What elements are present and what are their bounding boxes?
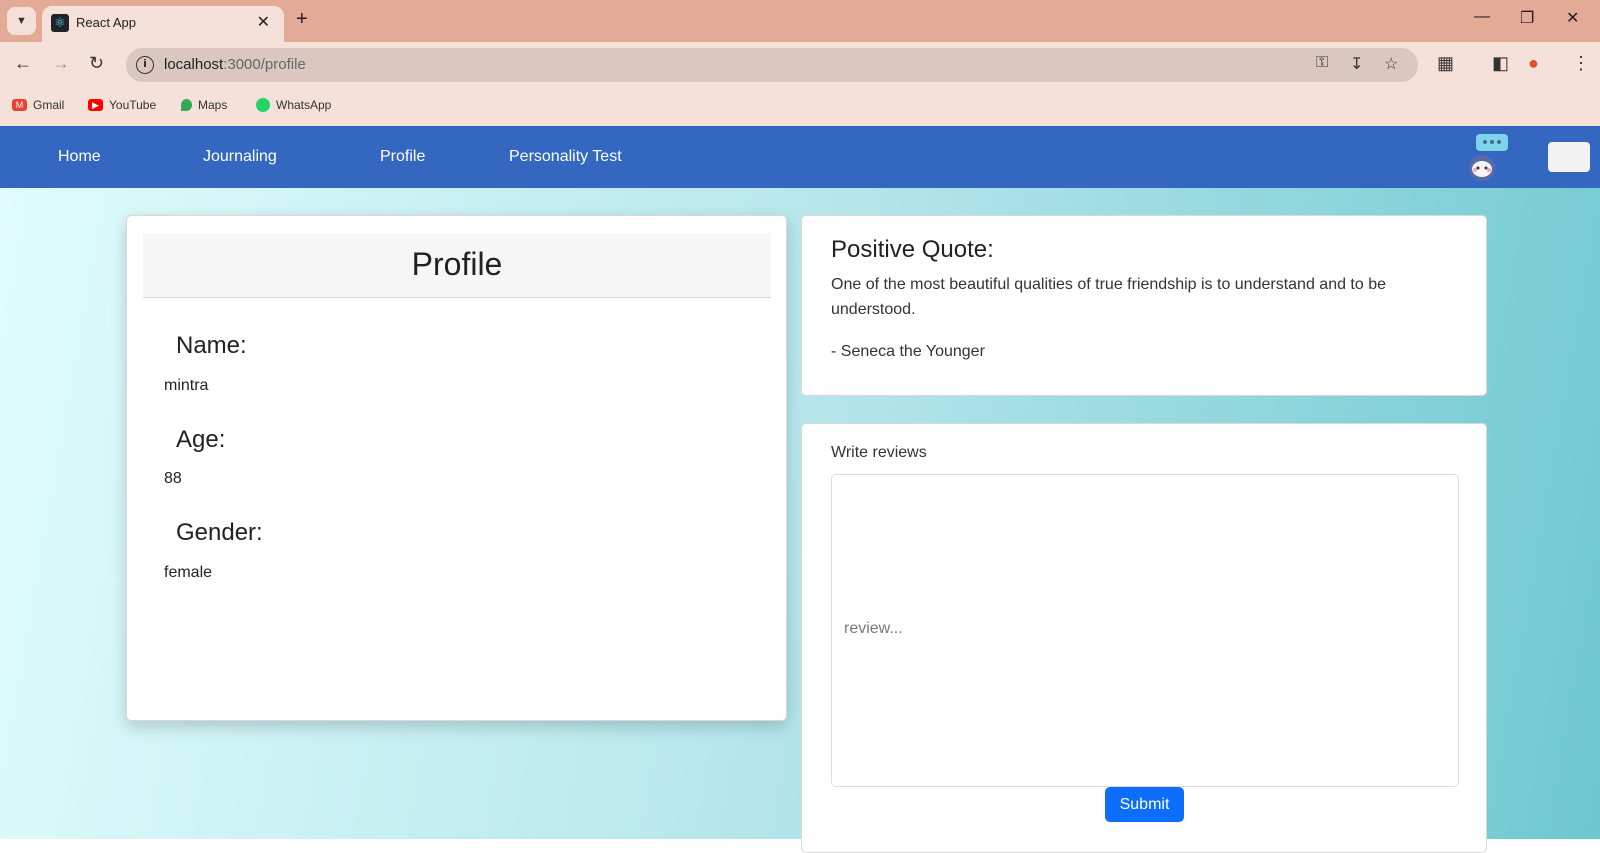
restore-icon[interactable]: ❐	[1520, 8, 1534, 28]
url-host: localhost	[164, 56, 224, 73]
bookmark-label: YouTube	[109, 98, 157, 112]
site-info-icon[interactable]: i	[136, 56, 154, 74]
menu-icon[interactable]: ⋮	[1572, 53, 1590, 74]
review-label: Write reviews	[831, 444, 927, 461]
side-panel-icon[interactable]: ◧	[1492, 53, 1509, 74]
profile-avatar-icon[interactable]: ●	[1528, 53, 1539, 74]
bookmarks-bar: M Gmail ▶ YouTube Maps WhatsApp	[0, 86, 1600, 126]
bookmark-label: Gmail	[33, 98, 65, 112]
quote-card: Positive Quote: One of the most beautifu…	[801, 215, 1487, 396]
profile-card: Profile Name: mintra Age: 88 Gender: fem…	[126, 215, 787, 721]
address-bar[interactable]: i localhost:3000/profile ⚿ ↧ ☆	[126, 48, 1418, 82]
back-icon[interactable]: ←	[14, 53, 32, 74]
browser-tab[interactable]: ⚛ React App ✕	[42, 6, 284, 42]
youtube-icon: ▶	[88, 99, 103, 111]
name-value: mintra	[164, 377, 209, 394]
install-app-icon[interactable]: ↧	[1350, 54, 1363, 74]
nav-profile[interactable]: Profile	[380, 148, 425, 166]
gender-value: female	[164, 564, 213, 581]
url-text[interactable]: localhost:3000/profile	[164, 56, 306, 73]
new-tab-button[interactable]: +	[296, 8, 308, 31]
quote-text: One of the most beautiful qualities of t…	[831, 276, 1387, 318]
bookmark-gmail[interactable]: M Gmail	[12, 98, 64, 112]
bookmark-whatsapp[interactable]: WhatsApp	[256, 98, 331, 112]
age-label: Age:	[176, 426, 226, 453]
quote-author: - Seneca the Younger	[831, 343, 985, 360]
reload-icon[interactable]: ↻	[89, 53, 104, 74]
whatsapp-icon	[256, 98, 270, 112]
page-content: Profile Name: mintra Age: 88 Gender: fem…	[0, 188, 1600, 853]
app-navbar: Home Journaling Profile Personality Test	[0, 126, 1600, 188]
submit-button[interactable]: Submit	[1105, 787, 1184, 822]
minimize-icon[interactable]: —	[1474, 8, 1490, 26]
bookmark-star-icon[interactable]: ☆	[1384, 54, 1398, 74]
nav-journaling[interactable]: Journaling	[203, 148, 277, 166]
gender-label: Gender:	[176, 519, 263, 546]
age-value: 88	[164, 470, 182, 487]
name-label: Name:	[176, 332, 247, 359]
tab-search-button[interactable]: ▼	[7, 7, 36, 35]
bookmark-label: Maps	[198, 98, 228, 112]
bookmark-youtube[interactable]: ▶ YouTube	[88, 98, 156, 112]
extensions-icon[interactable]: ▦	[1437, 53, 1454, 74]
key-icon[interactable]: ⚿	[1316, 54, 1328, 72]
navbar-toggle-button[interactable]	[1548, 142, 1590, 172]
gmail-icon: M	[12, 99, 27, 111]
tab-title: React App	[76, 15, 136, 30]
quote-title: Positive Quote:	[831, 236, 994, 263]
review-textarea[interactable]	[831, 474, 1459, 787]
nav-personality-test[interactable]: Personality Test	[509, 148, 622, 166]
browser-tab-bar: ▼ ⚛ React App ✕ + — ❐ ✕	[0, 0, 1600, 42]
nav-home[interactable]: Home	[58, 148, 101, 166]
forward-icon[interactable]: →	[52, 53, 70, 74]
browser-toolbar: ← → ↻ i localhost:3000/profile ⚿ ↧ ☆ ▦ ◧…	[0, 42, 1600, 86]
bookmark-label: WhatsApp	[276, 98, 332, 112]
review-card: Write reviews Submit	[801, 423, 1487, 853]
maps-icon	[181, 99, 192, 111]
bookmark-maps[interactable]: Maps	[181, 98, 227, 112]
close-window-icon[interactable]: ✕	[1566, 8, 1579, 28]
profile-title: Profile	[143, 233, 771, 298]
react-favicon-icon: ⚛	[51, 14, 69, 32]
chatbot-icon[interactable]	[1460, 132, 1510, 182]
close-tab-icon[interactable]: ✕	[257, 12, 270, 32]
url-path: :3000/profile	[223, 56, 306, 73]
